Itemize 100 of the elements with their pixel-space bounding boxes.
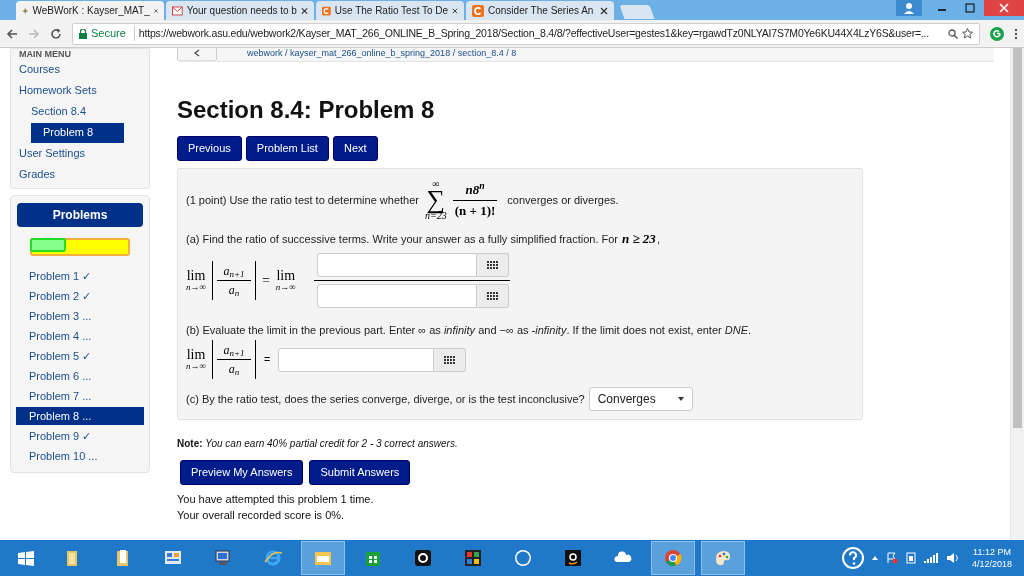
battery-icon[interactable] <box>905 552 916 564</box>
flag-icon[interactable] <box>885 552 898 564</box>
numerator: n8$^{n}$ <box>464 180 486 199</box>
punctuation: , <box>656 231 660 247</box>
help-icon[interactable] <box>841 547 864 569</box>
browser-tab[interactable]: Consider The Series An <box>466 1 614 20</box>
lim-operator: lim <box>276 268 296 283</box>
scrollbar-thumb[interactable] <box>1013 48 1022 428</box>
problem-link[interactable]: Problem 3 ... <box>16 307 144 325</box>
denominator: a$_{n}$ <box>228 361 240 378</box>
grid-icon <box>486 291 498 300</box>
menu-link[interactable]: Grades <box>19 164 56 185</box>
problem-text: (c) By the ratio test, does the series converge, diverge, or is the test inconclusive? <box>186 391 585 407</box>
close-icon[interactable] <box>984 0 1024 16</box>
chrome-icon <box>663 548 683 568</box>
close-icon <box>600 6 608 15</box>
problem-text: (a) Find the ratio of successive terms. Write your answer as a fully simplified fraction. For <box>186 231 618 247</box>
upper-limit: ∞ <box>432 179 440 189</box>
user-icon[interactable] <box>896 0 922 16</box>
menu-link[interactable]: Homework Sets <box>19 80 97 101</box>
reload-icon[interactable] <box>50 27 62 40</box>
speaker-icon[interactable] <box>945 552 960 564</box>
signal-icon[interactable] <box>923 553 938 563</box>
close-icon <box>153 6 158 15</box>
bookmark-star-icon <box>962 28 973 39</box>
lim-subscript: n→∞ <box>186 362 206 371</box>
answer-field[interactable] <box>316 283 477 308</box>
equals-sign: = <box>261 271 270 290</box>
problem-link[interactable]: Problem 4 ... <box>16 327 144 345</box>
equation-editor-button[interactable] <box>476 252 509 277</box>
problem-link[interactable]: Problem 7 ... <box>16 387 144 405</box>
numerator: a$_{n+1}$ <box>223 262 245 280</box>
menu-link[interactable]: Section 8.4 <box>19 101 87 122</box>
submit-button[interactable]: Preview My Answers <box>180 460 304 485</box>
problem-text: (1 point) Use the ratio test to determine whether <box>186 192 419 208</box>
menu-link[interactable]: User Settings <box>19 143 86 164</box>
lim-operator: lim <box>186 268 206 283</box>
denominator: a$_{n}$ <box>228 281 240 299</box>
close-icon <box>300 6 308 15</box>
lock-icon <box>79 28 87 39</box>
back-arrow-icon[interactable] <box>6 27 18 40</box>
numerator: a$_{n+1}$ <box>223 342 245 359</box>
problems-heading: Problems <box>17 203 143 227</box>
address-bar[interactable]: Secure https://webwork.asu.edu/webwork2/Kayser_MAT_266_ONLINE_B_Spring_2018/Section_8.4/8/?effectiveUser=gestes1&key=rgawdTz0NLYAI7S7M0Ye6KU44X4LzY6S&user=... <box>72 22 980 45</box>
menu-heading: MAIN MENU <box>19 49 72 59</box>
computer-icon <box>213 548 233 568</box>
problem-link[interactable]: Problem 5 ✓ <box>16 347 144 365</box>
equation-editor-button[interactable] <box>434 347 467 372</box>
grid-icon <box>486 260 498 269</box>
browser-tab[interactable]: Your question needs to b <box>166 1 314 20</box>
zoom-icon <box>948 28 958 39</box>
letter-c-icon <box>472 4 484 17</box>
close-icon <box>452 6 458 15</box>
grid-icon <box>444 355 456 364</box>
submit-button[interactable]: Submit Answers <box>309 460 411 485</box>
paint-palette-icon <box>713 548 733 568</box>
lim-operator: lim <box>186 348 206 362</box>
secure-label: Secure <box>91 26 126 42</box>
problem-link[interactable]: Problem 8 ... <box>16 407 144 425</box>
problem-text: converges or diverges. <box>507 192 619 208</box>
browser-e-icon <box>263 548 283 568</box>
caret-icon <box>677 397 684 401</box>
menu-icon[interactable] <box>1014 27 1018 40</box>
envelope-icon <box>172 4 183 17</box>
answer-field[interactable] <box>278 347 435 372</box>
answer-field[interactable] <box>316 252 477 277</box>
nav-button[interactable]: Problem List <box>245 136 329 161</box>
problem-link[interactable]: Problem 9 ✓ <box>16 427 144 445</box>
letter-c-icon <box>322 4 331 17</box>
circle-logo-icon <box>513 548 533 568</box>
equals-sign: = <box>263 352 271 368</box>
problem-link[interactable]: Problem 2 ✓ <box>16 287 144 305</box>
status-text: You have attempted this problem 1 time. <box>177 492 375 507</box>
math-condition: n ≥ 23 <box>622 230 656 248</box>
problem-link[interactable]: Problem 6 ... <box>16 367 144 385</box>
problem-text: (b) Evaluate the limit in the previous part. Enter ∞ as infinity and −∞ as -infinity. If the limit does not exist, enter DNE. <box>186 322 753 338</box>
scrollbar[interactable] <box>1010 48 1024 540</box>
start-icon <box>16 548 36 568</box>
url-text: https://webwork.asu.edu/webwork2/Kayser_MAT_266_ONLINE_B_Spring_2018/Section_8.4/8/?effectiveUser=gestes1&key=rgawdTz0NLYAI7S7M0Ye6KU44X4LzY6S&user=... <box>133 25 929 42</box>
shopping-icon <box>563 548 583 568</box>
answer-dropdown[interactable]: Converges <box>588 387 693 411</box>
clock[interactable]: 11:12 PM 4/12/2018 <box>971 546 1012 570</box>
page-title: Section 8.4: Problem 8 <box>177 96 436 124</box>
browser-tab[interactable]: WeBWorK : Kayser_MAT_ <box>16 1 164 20</box>
nav-button[interactable]: Previous <box>177 136 242 161</box>
lim-subscript: n→∞ <box>186 282 206 292</box>
extension-icon[interactable] <box>990 26 1004 41</box>
puzzle-icon <box>463 548 483 568</box>
equation-editor-button[interactable] <box>476 283 509 308</box>
menu-link[interactable]: Problem 8 <box>31 122 124 143</box>
note-text: Note: You can earn 40% partial credit for 2 - 3 correct answers. <box>177 437 459 451</box>
browser-tab[interactable]: Use The Ratio Test To De <box>316 1 464 20</box>
collapse-button[interactable] <box>177 48 217 62</box>
camera-lens-icon <box>413 548 433 568</box>
menu-link[interactable]: Courses <box>19 59 60 80</box>
lim-subscript: n→∞ <box>275 282 296 292</box>
caret-icon[interactable] <box>871 556 878 560</box>
problem-link[interactable]: Problem 1 ✓ <box>16 267 144 285</box>
problem-link[interactable]: Problem 10 ... <box>16 447 144 465</box>
nav-button[interactable]: Next <box>332 136 378 161</box>
